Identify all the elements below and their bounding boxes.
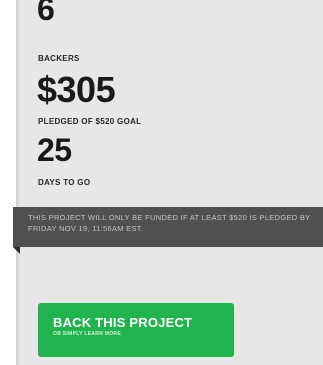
funding-notice-text: THIS PROJECT WILL ONLY BE FUNDED IF AT L… (28, 213, 311, 233)
learn-more-link[interactable]: OR SIMPLY LEARN MORE (53, 330, 234, 338)
funding-notice-banner: THIS PROJECT WILL ONLY BE FUNDED IF AT L… (13, 207, 323, 247)
back-this-project-button[interactable]: BACK THIS PROJECT OR SIMPLY LEARN MORE (38, 303, 234, 357)
pledged-goal-label: PLEDGED OF $520 GOAL (38, 117, 142, 126)
pledged-amount: $305 (37, 69, 116, 110)
page-left-margin (0, 0, 16, 365)
project-stats-panel: 6 BACKERS $305 PLEDGED OF $520 GOAL 25 D… (13, 0, 323, 365)
banner-fold (13, 247, 20, 254)
days-to-go-label: DAYS TO GO (38, 178, 91, 187)
backers-label: BACKERS (38, 54, 80, 63)
backers-count: 6 (37, 0, 55, 27)
days-remaining: 25 (37, 132, 72, 168)
back-button-label: BACK THIS PROJECT (53, 315, 193, 330)
